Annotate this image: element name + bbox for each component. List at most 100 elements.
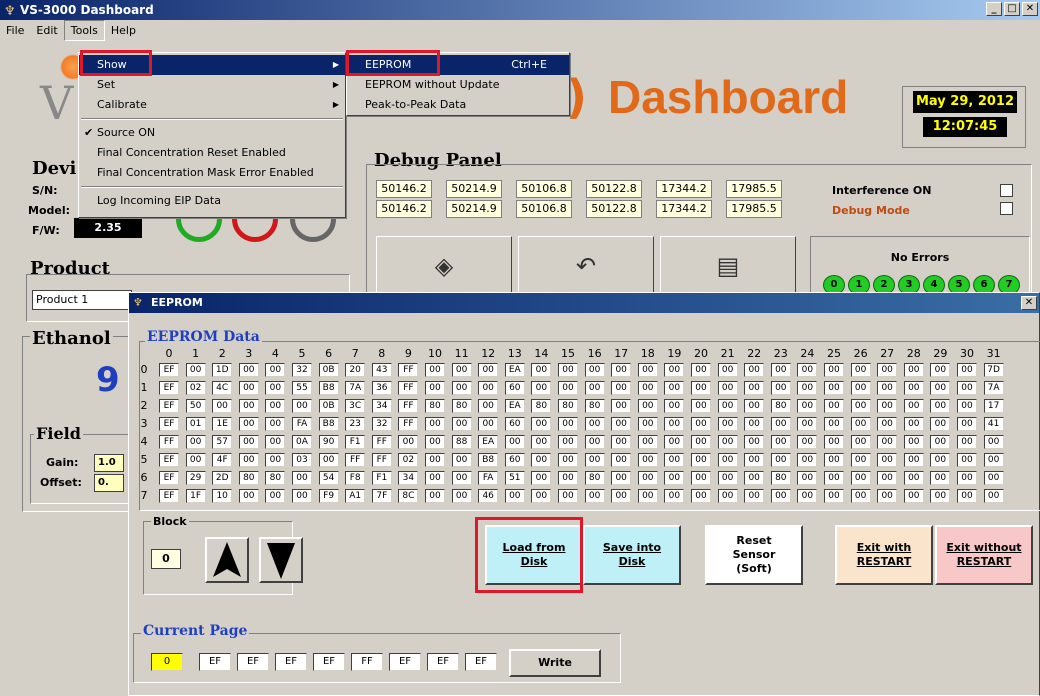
eeprom-cell[interactable]: 00: [451, 471, 472, 485]
eeprom-cell[interactable]: 00: [451, 381, 472, 395]
eeprom-cell[interactable]: 00: [238, 399, 259, 413]
eeprom-cell[interactable]: 00: [664, 471, 685, 485]
eeprom-cell[interactable]: 02: [398, 453, 419, 467]
window-title-bar[interactable]: ♆ VS-3000 Dashboard _ □ ✕: [0, 0, 1040, 20]
eeprom-cell[interactable]: 00: [478, 399, 499, 413]
eeprom-cell[interactable]: 00: [425, 453, 445, 467]
eeprom-cell[interactable]: 00: [265, 417, 286, 431]
eeprom-cell[interactable]: 00: [930, 489, 951, 503]
menu-help[interactable]: Help: [105, 21, 142, 40]
eeprom-cell[interactable]: 00: [770, 453, 791, 467]
eeprom-cell[interactable]: 00: [903, 417, 924, 431]
eeprom-cell[interactable]: 00: [611, 363, 632, 377]
eeprom-cell[interactable]: 00: [637, 453, 658, 467]
eeprom-cell[interactable]: FF: [345, 453, 366, 467]
eeprom-cell[interactable]: 00: [770, 381, 791, 395]
eeprom-cell[interactable]: 00: [957, 435, 977, 449]
eeprom-cell[interactable]: 00: [770, 363, 791, 377]
eeprom-cell[interactable]: 00: [637, 363, 658, 377]
eeprom-cell[interactable]: 00: [691, 435, 711, 449]
eeprom-cell[interactable]: 00: [930, 417, 951, 431]
product-select[interactable]: Product 1: [32, 290, 132, 310]
eeprom-cell[interactable]: FA: [292, 417, 312, 431]
menu-item-log-eip[interactable]: Log Incoming EIP Data: [79, 191, 345, 211]
eeprom-cell[interactable]: 03: [292, 453, 312, 467]
eeprom-cell[interactable]: 00: [584, 363, 605, 377]
eeprom-cell[interactable]: 00: [185, 435, 206, 449]
eeprom-cell[interactable]: 00: [824, 363, 844, 377]
eeprom-cell[interactable]: 00: [265, 399, 286, 413]
eeprom-cell[interactable]: 00: [531, 417, 552, 431]
eeprom-cell[interactable]: 00: [637, 471, 658, 485]
diagnostics-button[interactable]: ◈: [376, 236, 512, 294]
eeprom-cell[interactable]: 60: [504, 381, 525, 395]
log-button[interactable]: ▤: [660, 236, 796, 294]
eeprom-cell[interactable]: 00: [930, 453, 951, 467]
eeprom-cell[interactable]: 00: [957, 399, 977, 413]
eeprom-cell[interactable]: FF: [398, 417, 419, 431]
eeprom-cell[interactable]: 80: [770, 471, 791, 485]
menu-item-show[interactable]: Show ▶: [79, 55, 345, 75]
eeprom-cell[interactable]: 00: [797, 471, 818, 485]
page-value-cell[interactable]: EF: [427, 653, 459, 671]
eeprom-cell[interactable]: 00: [531, 453, 552, 467]
eeprom-cell[interactable]: 00: [903, 471, 924, 485]
eeprom-cell[interactable]: 00: [611, 399, 632, 413]
eeprom-cell[interactable]: 00: [558, 417, 578, 431]
eeprom-cell[interactable]: 1F: [185, 489, 206, 503]
eeprom-cell[interactable]: 00: [611, 381, 632, 395]
eeprom-cell[interactable]: EF: [159, 471, 179, 485]
eeprom-cell[interactable]: 00: [531, 363, 552, 377]
eeprom-cell[interactable]: 90: [318, 435, 339, 449]
eeprom-cell[interactable]: 60: [504, 453, 525, 467]
eeprom-cell[interactable]: 00: [744, 453, 765, 467]
eeprom-cell[interactable]: 00: [744, 489, 765, 503]
eeprom-cell[interactable]: 80: [584, 399, 605, 413]
menu-item-source-on[interactable]: ✔ Source ON: [79, 123, 345, 143]
eeprom-cell[interactable]: 00: [558, 471, 578, 485]
eeprom-cell[interactable]: 00: [318, 453, 339, 467]
eeprom-cell[interactable]: EA: [504, 399, 525, 413]
eeprom-cell[interactable]: 00: [691, 381, 711, 395]
eeprom-cell[interactable]: 00: [451, 489, 472, 503]
eeprom-cell[interactable]: 00: [957, 489, 977, 503]
eeprom-cell[interactable]: 00: [425, 435, 445, 449]
eeprom-cell[interactable]: 00: [691, 399, 711, 413]
exit-without-restart-button[interactable]: Exit without RESTART: [935, 525, 1033, 585]
eeprom-cell[interactable]: 00: [185, 363, 206, 377]
eeprom-cell[interactable]: 00: [265, 381, 286, 395]
eeprom-cell[interactable]: 00: [691, 453, 711, 467]
eeprom-cell[interactable]: 00: [850, 417, 871, 431]
menu-item-eeprom-no-update[interactable]: EEPROM without Update: [347, 75, 569, 95]
eeprom-cell[interactable]: 00: [877, 381, 898, 395]
eeprom-cell[interactable]: 02: [185, 381, 206, 395]
eeprom-cell[interactable]: 00: [850, 435, 871, 449]
eeprom-cell[interactable]: 00: [558, 363, 578, 377]
eeprom-cell[interactable]: 80: [265, 471, 286, 485]
eeprom-cell[interactable]: EA: [478, 435, 499, 449]
eeprom-cell[interactable]: 00: [238, 381, 259, 395]
eeprom-cell[interactable]: F8: [345, 471, 366, 485]
eeprom-cell[interactable]: 00: [824, 435, 844, 449]
eeprom-close-button[interactable]: ✕: [1021, 296, 1037, 310]
eeprom-cell[interactable]: 50: [185, 399, 206, 413]
eeprom-cell[interactable]: 43: [371, 363, 392, 377]
eeprom-cell[interactable]: 00: [451, 417, 472, 431]
menu-file[interactable]: File: [0, 21, 30, 40]
eeprom-cell[interactable]: FF: [371, 435, 392, 449]
eeprom-cell[interactable]: 3C: [345, 399, 366, 413]
eeprom-cell[interactable]: 00: [824, 453, 844, 467]
eeprom-cell[interactable]: 55: [292, 381, 312, 395]
debug-mode-checkbox[interactable]: [1000, 202, 1013, 215]
eeprom-cell[interactable]: 00: [877, 453, 898, 467]
eeprom-cell[interactable]: 00: [717, 435, 738, 449]
eeprom-cell[interactable]: 00: [744, 435, 765, 449]
eeprom-cell[interactable]: 00: [637, 399, 658, 413]
eeprom-cell[interactable]: 54: [318, 471, 339, 485]
eeprom-cell[interactable]: 00: [451, 453, 472, 467]
eeprom-cell[interactable]: 00: [797, 435, 818, 449]
eeprom-cell[interactable]: 00: [398, 435, 419, 449]
eeprom-cell[interactable]: 00: [824, 417, 844, 431]
eeprom-cell[interactable]: EA: [504, 363, 525, 377]
eeprom-cell[interactable]: 00: [903, 453, 924, 467]
